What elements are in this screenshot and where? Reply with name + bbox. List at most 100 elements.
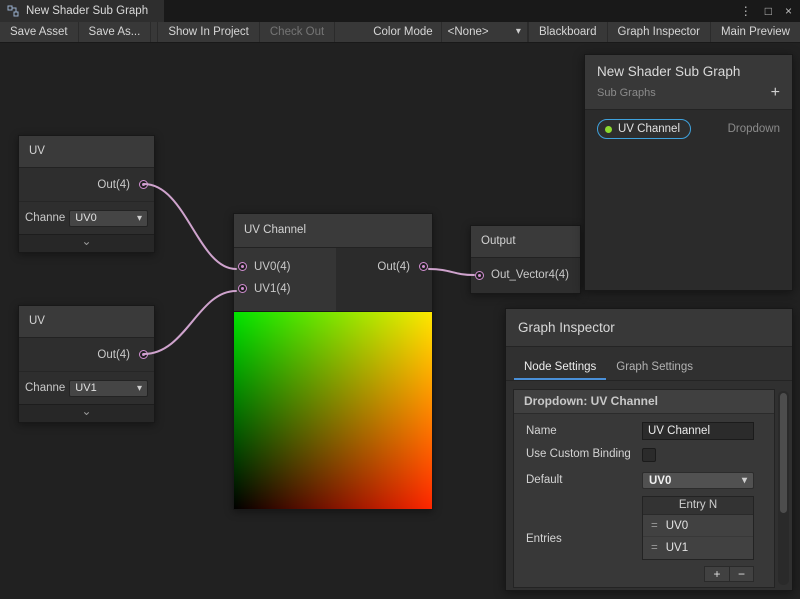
window-tab-bar: New Shader Sub Graph ⋮ □ × (0, 0, 800, 22)
settings-fields: Name Use Custom Binding Default (514, 414, 774, 588)
default-label: Default (526, 473, 642, 488)
color-mode-value: <None> (448, 22, 489, 42)
node-title[interactable]: UV (19, 136, 154, 168)
node-uv-a[interactable]: UV Out(4) Channe UV0 ▾ ⌄ (18, 135, 155, 253)
channel-value: UV0 (75, 212, 96, 224)
output-port-row: Out(4) (19, 338, 154, 372)
port-label: Out_Vector4(4) (491, 269, 569, 281)
collapse-chevron-icon[interactable]: ⌄ (19, 234, 154, 252)
chevron-down-icon: ▾ (137, 383, 142, 394)
input-port-uv1[interactable] (238, 284, 247, 293)
unity-shader-graph-window: New Shader Sub Graph ⋮ □ × Save Asset Sa… (0, 0, 800, 599)
chevron-down-icon: ▾ (137, 213, 142, 224)
blackboard-toggle-button[interactable]: Blackboard (528, 22, 607, 42)
remove-entry-button[interactable]: − (729, 567, 753, 581)
chevron-down-icon: ▾ (742, 475, 747, 486)
port-label: Out(4) (97, 349, 130, 361)
uv-gradient-preview (234, 311, 432, 509)
blackboard-item-row: UV Channel Dropdown (585, 110, 792, 148)
dropdown-settings-box: Dropdown: UV Channel Name Use Custom Bin… (513, 389, 775, 588)
close-icon[interactable]: × (785, 4, 792, 18)
collapse-chevron-icon[interactable]: ⌄ (19, 404, 154, 422)
graph-inspector-toggle-button[interactable]: Graph Inspector (607, 22, 710, 42)
chevron-down-icon: ▾ (516, 22, 521, 42)
input-port-row: Out_Vector4(4) (471, 258, 580, 293)
settings-box-title: Dropdown: UV Channel (514, 390, 774, 414)
channel-value: UV1 (75, 382, 96, 394)
default-field-row: Default UV0 ▾ (526, 472, 754, 489)
port-section: UV0(4) UV1(4) Out(4) (234, 248, 432, 311)
input-port-row: UV0(4) (234, 256, 336, 278)
item-type-label: Dropdown (728, 123, 780, 135)
toolbar-toggles: Blackboard Graph Inspector Main Preview (528, 22, 800, 42)
default-dropdown[interactable]: UV0 ▾ (642, 472, 754, 489)
shader-graph-icon (7, 5, 19, 17)
save-as-button[interactable]: Save As... (79, 22, 152, 42)
graph-inspector-panel: Graph Inspector Node Settings Graph Sett… (505, 308, 793, 591)
blackboard-header[interactable]: New Shader Sub Graph Sub Graphs + (585, 55, 792, 110)
name-field-row: Name (526, 422, 754, 440)
port-label: UV1(4) (254, 283, 290, 295)
name-label: Name (526, 424, 642, 439)
window-menu-icon[interactable]: ⋮ (740, 4, 752, 18)
inspector-scrollbar[interactable] (778, 391, 789, 585)
node-uv-channel[interactable]: UV Channel UV0(4) UV1(4) Out(4) (233, 213, 433, 510)
node-title[interactable]: UV Channel (234, 214, 432, 248)
blackboard-title: New Shader Sub Graph (597, 64, 780, 79)
channel-label: Channe (25, 212, 65, 224)
entry-row-uv0[interactable]: = UV0 (643, 515, 753, 537)
show-in-project-button[interactable]: Show In Project (157, 22, 260, 42)
use-custom-binding-checkbox[interactable] (642, 448, 656, 462)
entries-header: Entry N (643, 497, 753, 515)
default-value: UV0 (649, 475, 671, 487)
tab-graph-settings[interactable]: Graph Settings (606, 355, 703, 380)
output-port[interactable] (139, 180, 148, 189)
node-uv-b[interactable]: UV Out(4) Channe UV1 ▾ ⌄ (18, 305, 155, 423)
entries-label: Entries (526, 532, 642, 547)
save-asset-button[interactable]: Save Asset (0, 22, 79, 42)
drag-handle-icon[interactable]: = (651, 542, 658, 554)
custom-binding-row: Use Custom Binding (526, 447, 754, 465)
channel-label: Channe (25, 382, 65, 394)
blackboard-subtitle: Sub Graphs (597, 87, 780, 99)
add-entry-button[interactable]: + (705, 567, 729, 581)
channel-row: Channe UV0 ▾ (19, 202, 154, 234)
tab-node-settings[interactable]: Node Settings (514, 355, 606, 380)
item-color-dot (605, 126, 612, 133)
inspector-body: Dropdown: UV Channel Name Use Custom Bin… (513, 389, 775, 588)
drag-handle-icon[interactable]: = (651, 520, 658, 532)
main-preview-toggle-button[interactable]: Main Preview (710, 22, 800, 42)
graph-toolbar: Save Asset Save As... Show In Project Ch… (0, 22, 800, 43)
scrollbar-thumb[interactable] (780, 393, 787, 513)
color-mode-dropdown[interactable]: <None> ▾ (441, 22, 528, 42)
color-mode-label: Color Mode (365, 22, 440, 42)
output-port[interactable] (139, 350, 148, 359)
inspector-title[interactable]: Graph Inspector (506, 309, 792, 347)
port-label: Out(4) (377, 261, 410, 273)
tab-new-shader-sub-graph[interactable]: New Shader Sub Graph (0, 0, 164, 22)
port-label: UV0(4) (254, 261, 290, 273)
input-port-uv0[interactable] (238, 262, 247, 271)
blackboard-item-uv-channel[interactable]: UV Channel (597, 119, 691, 139)
node-title[interactable]: Output (471, 226, 580, 258)
custom-binding-label: Use Custom Binding (526, 447, 642, 462)
entry-label: UV1 (666, 542, 688, 554)
inspector-tabs: Node Settings Graph Settings (506, 355, 792, 381)
entries-list: Entry N = UV0 = UV1 (642, 496, 754, 560)
name-input[interactable] (642, 422, 754, 440)
maximize-icon[interactable]: □ (765, 4, 772, 18)
output-port-row: Out(4) (336, 256, 432, 278)
input-port-row: UV1(4) (234, 278, 336, 300)
check-out-button: Check Out (260, 22, 335, 42)
output-port[interactable] (419, 262, 428, 271)
node-output[interactable]: Output Out_Vector4(4) (470, 225, 581, 294)
input-port-out-vector4[interactable] (475, 271, 484, 280)
entries-footer: + − (642, 566, 754, 582)
channel-dropdown[interactable]: UV0 ▾ (69, 210, 148, 227)
add-property-button[interactable]: + (771, 85, 780, 101)
port-label: Out(4) (97, 179, 130, 191)
window-controls: ⋮ □ × (740, 0, 792, 22)
entry-row-uv1[interactable]: = UV1 (643, 537, 753, 559)
channel-dropdown[interactable]: UV1 ▾ (69, 380, 148, 397)
node-title[interactable]: UV (19, 306, 154, 338)
